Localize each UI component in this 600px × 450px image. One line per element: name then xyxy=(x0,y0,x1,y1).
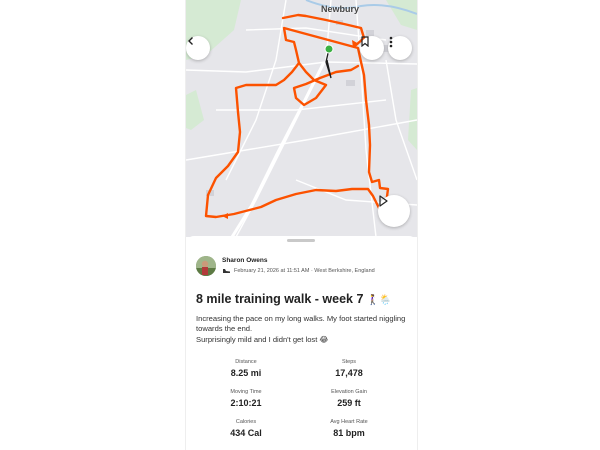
stat-value: 434 Cal xyxy=(230,428,262,438)
activity-description: Increasing the pace on my long walks. My… xyxy=(196,314,408,345)
shoe-icon xyxy=(223,269,230,273)
park-area-ne xyxy=(386,0,417,30)
park-area-w xyxy=(186,90,204,130)
activity-title-text: 8 mile training walk - week 7 xyxy=(196,292,364,306)
stat-moving-time: Moving Time 2:10:21 xyxy=(196,389,296,408)
stat-steps: Steps 17,478 xyxy=(299,359,399,378)
stat-elevation-gain: Elevation Gain 259 ft xyxy=(299,389,399,408)
town-label: Newbury xyxy=(321,4,360,14)
avatar-photo xyxy=(196,256,216,276)
bookmark-icon xyxy=(361,36,369,47)
description-line-2: Surprisingly mild and I didn't get lost … xyxy=(196,334,329,344)
stat-value: 17,478 xyxy=(335,368,363,378)
stat-value: 259 ft xyxy=(337,398,361,408)
play-flyover-button[interactable] xyxy=(378,195,410,227)
activity-details-sheet: Sharon Owens February 21, 2026 at 11:51 … xyxy=(186,236,417,450)
activity-screen: Newbury Sharon Owens February 21, 2026 a… xyxy=(185,0,418,450)
description-line-1: Increasing the pace on my long walks. My… xyxy=(196,314,406,334)
route-map[interactable]: Newbury xyxy=(186,0,417,237)
stat-label: Calories xyxy=(235,419,257,425)
stat-label: Moving Time xyxy=(230,389,262,395)
route-direction-arrow-2 xyxy=(222,213,228,219)
stat-distance: Distance 8.25 mi xyxy=(196,359,296,378)
stat-value: 2:10:21 xyxy=(230,398,262,408)
vertical-ellipsis-icon xyxy=(389,36,393,48)
activity-datetime-location: February 21, 2026 at 11:51 AM · West Ber… xyxy=(234,268,375,274)
park-area-e xyxy=(408,88,417,150)
back-button[interactable] xyxy=(186,36,210,60)
stat-calories: Calories 434 Cal xyxy=(196,419,296,438)
athlete-name[interactable]: Sharon Owens xyxy=(222,257,268,264)
stat-label: Elevation Gain xyxy=(331,389,367,395)
more-options-button[interactable] xyxy=(388,36,412,60)
stat-value: 8.25 mi xyxy=(230,368,262,378)
athlete-avatar[interactable] xyxy=(196,256,216,276)
chevron-left-icon xyxy=(188,37,193,45)
stat-avg-heart-rate: Avg Heart Rate 81 bpm xyxy=(299,419,399,438)
start-marker xyxy=(324,44,334,54)
stat-value: 81 bpm xyxy=(333,428,365,438)
stat-label: Steps xyxy=(341,359,357,365)
stat-label: Avg Heart Rate xyxy=(330,419,368,425)
play-icon xyxy=(379,195,388,207)
walking-weather-emoji: 🚶‍♀️🌦️ xyxy=(366,295,392,306)
sheet-grabber[interactable] xyxy=(287,239,315,242)
bookmark-button[interactable] xyxy=(360,36,384,60)
stat-label: Distance xyxy=(235,359,257,365)
activity-meta: February 21, 2026 at 11:51 AM · West Ber… xyxy=(222,268,375,274)
activity-title: 8 mile training walk - week 7 🚶‍♀️🌦️ xyxy=(196,292,392,306)
